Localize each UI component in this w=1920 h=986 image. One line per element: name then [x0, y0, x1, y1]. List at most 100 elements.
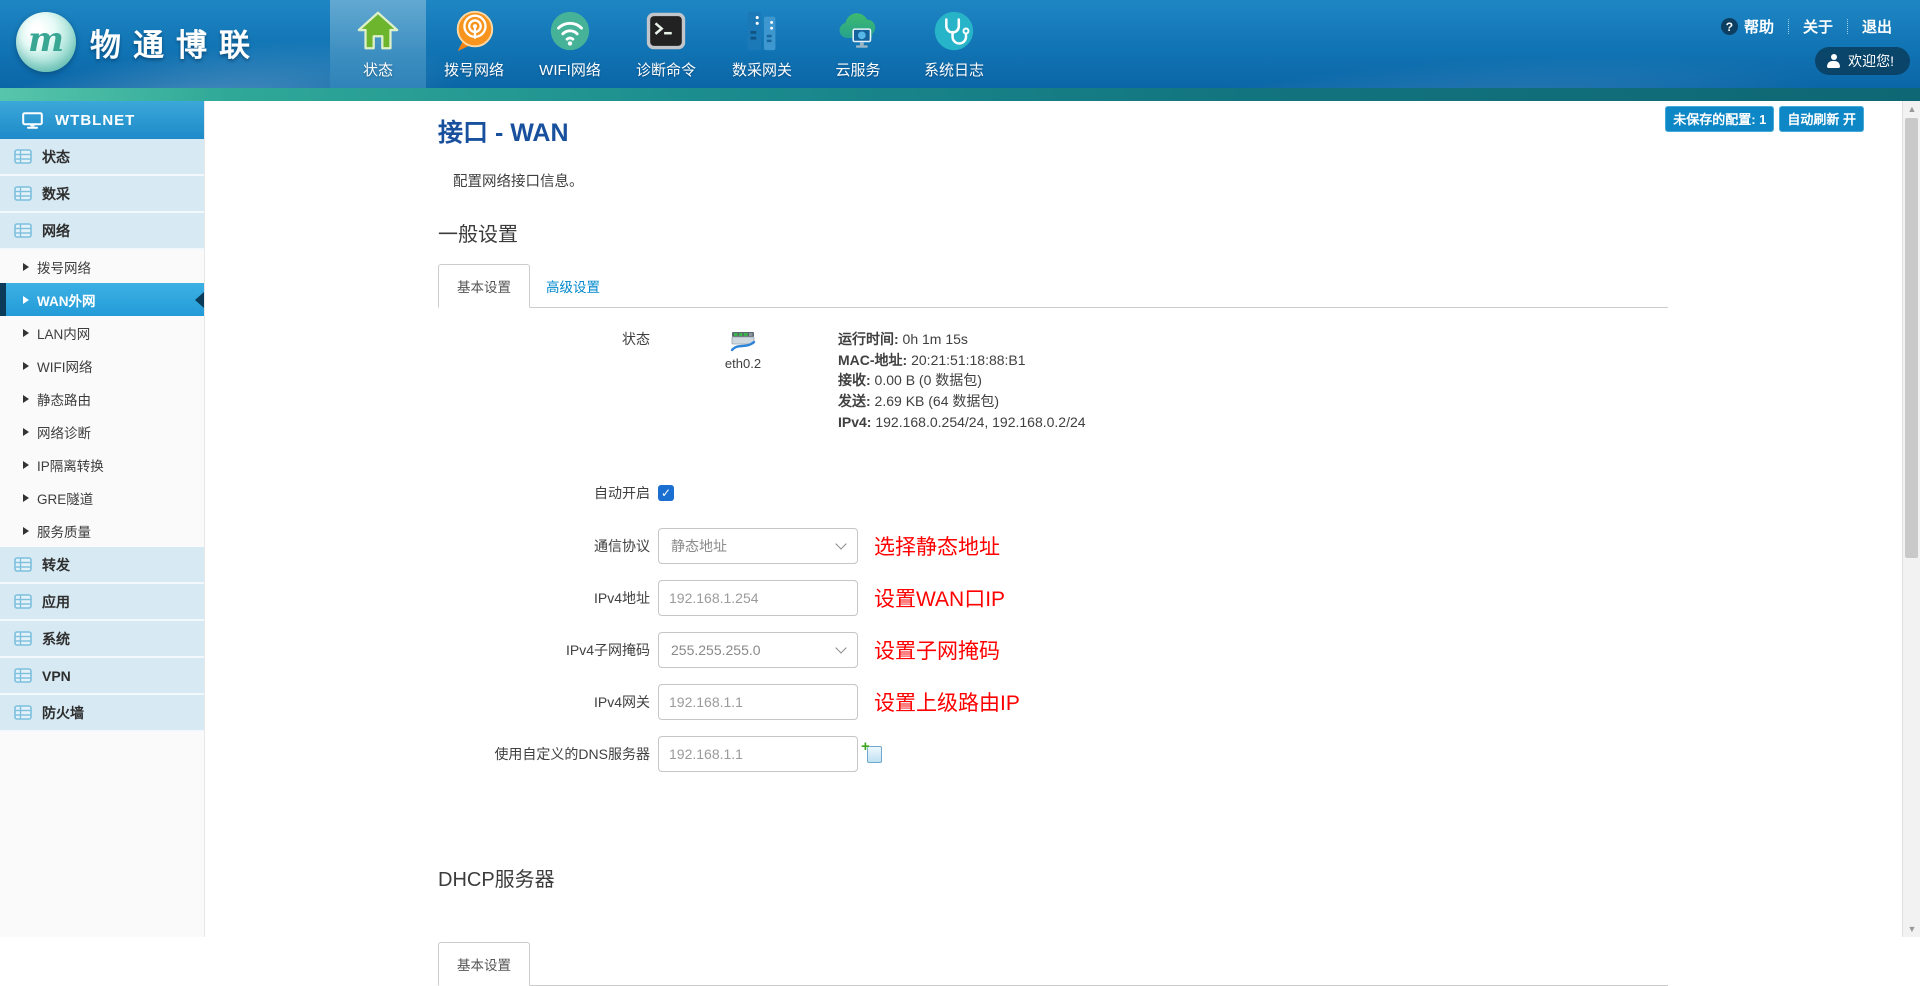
gateway-icon — [739, 7, 786, 54]
help-link[interactable]: ? 帮助 — [1721, 16, 1774, 37]
ipv4-gateway-annotation: 设置上级路由IP — [874, 687, 1020, 717]
status-ipv4: IPv4: 192.168.0.254/24, 192.168.0.2/24 — [838, 412, 1086, 433]
sidebar-item-vpn[interactable]: VPN — [0, 658, 204, 695]
top-nav: 状态 拨号网络 — [330, 0, 1002, 88]
grid-icon — [14, 223, 32, 238]
nav-item-wifi-network[interactable]: WIFI网络 — [522, 0, 618, 88]
status-mac: MAC-地址: 20:21:51:18:88:B1 — [838, 350, 1086, 371]
grid-icon — [14, 186, 32, 201]
ipv4-netmask-select[interactable]: 255.255.255.0 — [658, 632, 858, 668]
grid-icon — [14, 668, 32, 683]
ipv4-gateway-input[interactable] — [658, 684, 858, 720]
status-badges: 未保存的配置: 1 自动刷新 开 — [1665, 106, 1864, 132]
sidebar-item-network-diagnosis[interactable]: 网络诊断 — [0, 415, 204, 448]
dhcp-tabbar: 基本设置 — [438, 942, 1668, 986]
about-link[interactable]: 关于 — [1803, 16, 1833, 37]
auto-start-label: 自动开启 — [438, 483, 650, 503]
chevron-down-icon — [835, 538, 846, 549]
sidebar-item-dial-network[interactable]: 拨号网络 — [0, 250, 204, 283]
caret-right-icon — [23, 428, 29, 436]
ipv4-netmask-label: IPv4子网掩码 — [438, 640, 650, 660]
caret-right-icon — [23, 527, 29, 535]
interface-status-info: 运行时间: 0h 1m 15s MAC-地址: 20:21:51:18:88:B… — [828, 329, 1086, 433]
sidebar-item-status[interactable]: 状态 — [0, 139, 204, 176]
scrollbar-thumb[interactable] — [1905, 118, 1918, 558]
sidebar-item-lan[interactable]: LAN内网 — [0, 316, 204, 349]
grid-icon — [14, 705, 32, 720]
plus-icon: + — [861, 738, 870, 755]
vertical-scrollbar[interactable]: ▲ ▼ — [1902, 101, 1920, 937]
welcome-button[interactable]: 欢迎您! — [1815, 47, 1910, 75]
status-uptime: 运行时间: 0h 1m 15s — [838, 329, 1086, 350]
ipv4-address-annotation: 设置WAN口IP — [874, 583, 1005, 613]
sidebar-item-forwarding[interactable]: 转发 — [0, 547, 204, 584]
ipv4-netmask-row: IPv4子网掩码 255.255.255.0 设置子网掩码 — [438, 632, 1902, 668]
protocol-select[interactable]: 静态地址 — [658, 528, 858, 564]
ipv4-gateway-label: IPv4网关 — [438, 692, 650, 712]
sidebar-item-wifi[interactable]: WIFI网络 — [0, 349, 204, 382]
caret-right-icon — [23, 494, 29, 502]
sidebar-item-qos[interactable]: 服务质量 — [0, 514, 204, 547]
auto-refresh-toggle[interactable]: 自动刷新 开 — [1779, 106, 1864, 132]
grid-icon — [14, 594, 32, 609]
scroll-up-arrow[interactable]: ▲ — [1903, 101, 1920, 117]
nav-item-dial-network[interactable]: 拨号网络 — [426, 0, 522, 88]
header-links: ? 帮助 关于 退出 — [1721, 16, 1892, 37]
status-label: 状态 — [438, 329, 650, 433]
dhcp-tab-basic-settings[interactable]: 基本设置 — [438, 942, 530, 986]
wifi-icon — [547, 7, 594, 54]
sidebar-item-applications[interactable]: 应用 — [0, 584, 204, 621]
tab-advanced-settings[interactable]: 高级设置 — [530, 265, 616, 307]
caret-right-icon — [23, 296, 29, 304]
brand-name: 物通博联 — [90, 20, 262, 65]
nav-item-diagnostic-command[interactable]: 诊断命令 — [618, 0, 714, 88]
user-icon — [1827, 54, 1840, 68]
status-tx: 发送: 2.69 KB (64 数据包) — [838, 391, 1086, 412]
protocol-annotation: 选择静态地址 — [874, 531, 1000, 561]
custom-dns-input[interactable] — [658, 736, 858, 772]
dial-network-icon — [451, 7, 498, 54]
ipv4-address-input[interactable] — [658, 580, 858, 616]
nav-item-cloud-service[interactable]: 云服务 — [810, 0, 906, 88]
interface-status-row: 状态 eth0.2 运行时间: 0h 1m 15s MAC-地址: 20:21:… — [438, 329, 1902, 433]
sidebar-item-ip-isolation[interactable]: IP隔离转换 — [0, 448, 204, 481]
sidebar-item-wan[interactable]: WAN外网 — [0, 283, 204, 316]
logo-letter: m — [28, 20, 64, 60]
general-settings-tabbar: 基本设置 高级设置 — [438, 264, 1668, 308]
auto-start-checkbox[interactable] — [658, 485, 674, 501]
header-swoosh — [897, 0, 1920, 88]
nav-item-data-gateway[interactable]: 数采网关 — [714, 0, 810, 88]
sidebar-item-static-routes[interactable]: 静态路由 — [0, 382, 204, 415]
ethernet-icon — [729, 331, 757, 353]
ipv4-address-row: IPv4地址 设置WAN口IP — [438, 580, 1902, 616]
sidebar-item-system[interactable]: 系统 — [0, 621, 204, 658]
sidebar: WTBLNET 状态 数采 网络 拨号网络 WAN外网 LAN内网 WIFI网络… — [0, 101, 205, 937]
sidebar-item-gre-tunnel[interactable]: GRE隧道 — [0, 481, 204, 514]
ipv4-address-label: IPv4地址 — [438, 588, 650, 608]
add-dns-button[interactable]: + — [862, 744, 882, 763]
caret-right-icon — [23, 263, 29, 271]
nav-item-system-log[interactable]: 系统日志 — [906, 0, 1002, 88]
scroll-down-arrow[interactable]: ▼ — [1903, 921, 1920, 937]
sidebar-item-network[interactable]: 网络 — [0, 213, 204, 250]
protocol-row: 通信协议 静态地址 选择静态地址 — [438, 528, 1902, 564]
dhcp-server-heading: DHCP服务器 — [438, 863, 1902, 892]
custom-dns-row: 使用自定义的DNS服务器 + — [438, 736, 1902, 772]
page-subtitle: 配置网络接口信息。 — [453, 170, 1902, 191]
sidebar-device-title[interactable]: WTBLNET — [0, 101, 204, 139]
logout-link[interactable]: 退出 — [1862, 16, 1892, 37]
main-content: 未保存的配置: 1 自动刷新 开 接口 - WAN 配置网络接口信息。 一般设置… — [205, 101, 1902, 937]
sidebar-item-firewall[interactable]: 防火墙 — [0, 695, 204, 732]
question-icon: ? — [1721, 18, 1738, 35]
tab-basic-settings[interactable]: 基本设置 — [438, 264, 530, 308]
ipv4-netmask-annotation: 设置子网掩码 — [874, 635, 1000, 665]
caret-right-icon — [23, 362, 29, 370]
nav-item-status[interactable]: 状态 — [330, 0, 426, 88]
link-separator — [1788, 19, 1789, 34]
unsaved-changes-badge[interactable]: 未保存的配置: 1 — [1665, 106, 1774, 132]
sidebar-item-data-collection[interactable]: 数采 — [0, 176, 204, 213]
cloud-icon — [835, 7, 882, 54]
status-rx: 接收: 0.00 B (0 数据包) — [838, 370, 1086, 391]
caret-right-icon — [23, 395, 29, 403]
brand-logo: m 物通博联 — [16, 12, 262, 72]
